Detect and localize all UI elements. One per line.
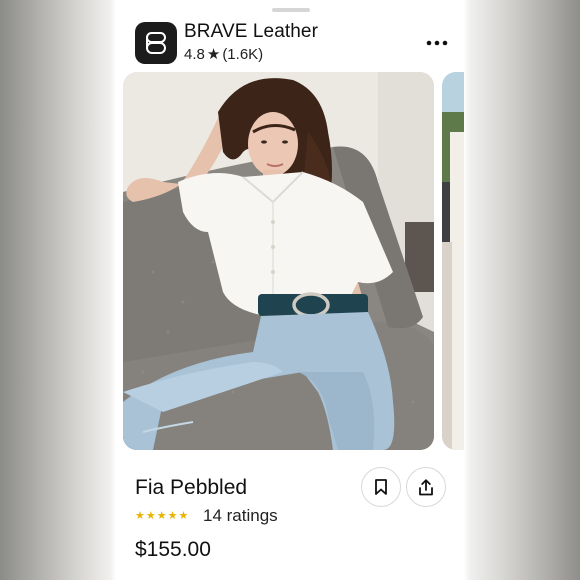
star-icon: ★ (135, 510, 145, 522)
product-price: $155.00 (135, 538, 211, 561)
brand-logo[interactable] (135, 22, 177, 64)
save-button[interactable] (361, 467, 401, 507)
product-photo (123, 72, 434, 450)
more-options-button[interactable] (422, 32, 452, 54)
star-icon: ★ (156, 510, 167, 522)
product-sheet: BRAVE Leather 4.8 ★ (1.6K) Fia Pebbled ★… (117, 0, 464, 580)
brand-rating: 4.8 ★ (1.6K) (184, 45, 263, 63)
star-icon: ★ (206, 46, 221, 63)
brand-rating-value: 4.8 (184, 46, 205, 63)
product-title[interactable]: Fia Pebbled (135, 476, 247, 500)
star-icon: ★ (145, 510, 156, 522)
next-product-photo (442, 72, 464, 450)
star-icon: ★ (167, 510, 178, 522)
more-icon (426, 40, 448, 46)
product-star-rating: ★ ★ ★ ★ ★ (135, 509, 188, 522)
drag-handle[interactable] (272, 8, 310, 12)
brand-name[interactable]: BRAVE Leather (184, 21, 318, 43)
share-icon (419, 478, 433, 495)
brand-logo-mark (146, 32, 166, 54)
bookmark-icon (375, 479, 387, 495)
product-image[interactable] (123, 72, 434, 450)
share-button[interactable] (406, 467, 446, 507)
star-icon: ★ (178, 510, 189, 522)
product-ratings-count[interactable]: 14 ratings (203, 506, 278, 526)
brand-rating-count: (1.6K) (222, 46, 264, 63)
next-product-image[interactable] (442, 72, 464, 450)
